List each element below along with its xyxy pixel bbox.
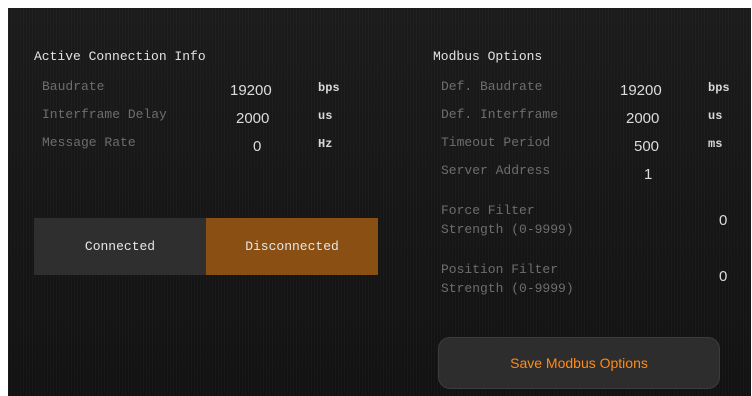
message-rate-unit: Hz [318,137,333,151]
server-address-value[interactable]: 1 [644,166,652,183]
position-filter-value[interactable]: 0 [719,268,727,285]
baudrate-unit: bps [318,81,340,95]
modbus-options-title: Modbus Options [433,49,543,64]
force-filter-label: Force Filter Strength (0-9999) [441,201,574,239]
position-filter-label-line2: Strength (0-9999) [441,281,574,296]
interframe-delay-unit: us [318,109,333,123]
position-filter-label: Position Filter Strength (0-9999) [441,260,574,298]
force-filter-value[interactable]: 0 [719,212,727,229]
settings-panel: Active Connection Info Baudrate 19200 bp… [8,8,751,396]
timeout-period-value[interactable]: 500 [634,138,659,155]
def-interframe-label[interactable]: Def. Interframe [441,107,558,122]
save-modbus-options-button[interactable]: Save Modbus Options [438,337,720,389]
baudrate-label: Baudrate [42,79,105,94]
server-address-label[interactable]: Server Address [441,163,550,178]
force-filter-label-line1: Force Filter [441,203,535,218]
def-baudrate-value[interactable]: 19200 [620,82,662,99]
message-rate-label: Message Rate [42,135,136,150]
active-connection-title: Active Connection Info [34,49,206,64]
baudrate-value: 19200 [230,82,272,99]
def-baudrate-unit: bps [708,81,730,95]
connected-button[interactable]: Connected [34,218,206,275]
force-filter-label-line2: Strength (0-9999) [441,222,574,237]
def-baudrate-label[interactable]: Def. Baudrate [441,79,542,94]
interframe-delay-value: 2000 [236,110,270,127]
interframe-delay-label: Interframe Delay [42,107,167,122]
def-interframe-unit: us [708,109,723,123]
timeout-period-label[interactable]: Timeout Period [441,135,550,150]
position-filter-label-line1: Position Filter [441,262,559,277]
message-rate-value: 0 [253,138,262,155]
def-interframe-value[interactable]: 2000 [626,110,659,127]
disconnected-button[interactable]: Disconnected [206,218,378,275]
timeout-period-unit: ms [708,137,723,151]
